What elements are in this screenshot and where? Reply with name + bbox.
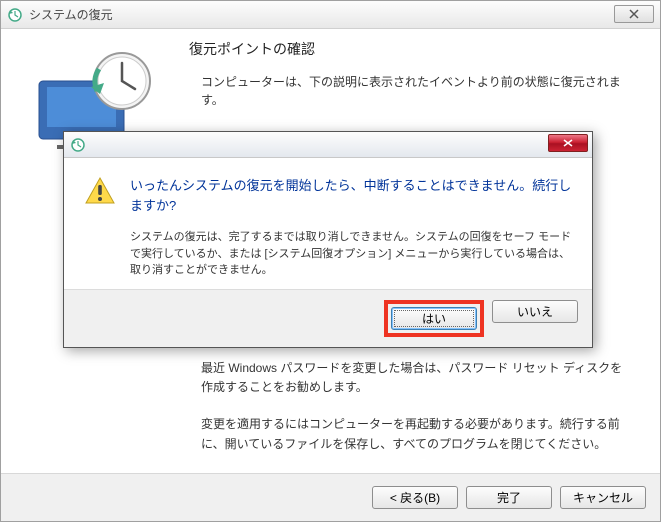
- page-subtext: コンピューターは、下の説明に表示されたイベントより前の状態に復元されます。: [201, 73, 636, 109]
- close-icon: [563, 139, 573, 147]
- main-titlebar: システムの復元: [1, 1, 660, 29]
- warning-icon: [84, 176, 116, 206]
- restart-note: 変更を適用するにはコンピューターを再起動する必要があります。続行する前に、開いて…: [201, 415, 630, 453]
- close-icon: [629, 9, 639, 19]
- restore-icon: [70, 137, 86, 153]
- page-heading: 復元ポイントの確認: [189, 39, 636, 59]
- modal-close-button[interactable]: [548, 134, 588, 152]
- confirmation-dialog: いったんシステムの復元を開始したら、中断することはできません。続行しますか? シ…: [63, 131, 593, 348]
- window-title: システムの復元: [29, 6, 113, 23]
- yes-highlight: はい: [384, 300, 484, 337]
- finish-button[interactable]: 完了: [466, 486, 552, 509]
- modal-body: いったんシステムの復元を開始したら、中断することはできません。続行しますか? シ…: [64, 158, 592, 289]
- modal-titlebar: [64, 132, 592, 158]
- cancel-button[interactable]: キャンセル: [560, 486, 646, 509]
- yes-button[interactable]: はい: [391, 307, 477, 330]
- modal-text: いったんシステムの復元を開始したら、中断することはできません。続行しますか? シ…: [130, 176, 572, 279]
- main-content: 復元ポイントの確認 コンピューターは、下の説明に表示されたイベントより前の状態に…: [189, 39, 636, 109]
- back-button[interactable]: < 戻る(B): [372, 486, 458, 509]
- close-button[interactable]: [614, 5, 654, 23]
- restore-icon: [7, 7, 23, 23]
- modal-footer: はい いいえ: [64, 289, 592, 347]
- password-note: 最近 Windows パスワードを変更した場合は、パスワード リセット ディスク…: [201, 359, 630, 397]
- wizard-footer: < 戻る(B) 完了 キャンセル: [1, 473, 660, 521]
- lower-notes: 最近 Windows パスワードを変更した場合は、パスワード リセット ディスク…: [201, 359, 630, 472]
- modal-detail-text: システムの復元は、完了するまでは取り消しできません。システムの回復をセーフ モー…: [130, 229, 572, 279]
- modal-main-text: いったんシステムの復元を開始したら、中断することはできません。続行しますか?: [130, 176, 572, 215]
- no-button[interactable]: いいえ: [492, 300, 578, 323]
